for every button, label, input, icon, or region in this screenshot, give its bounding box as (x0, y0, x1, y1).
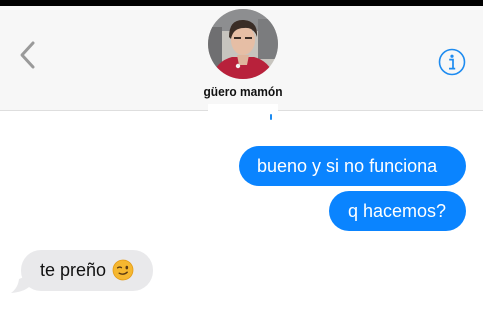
incoming-message-bubble[interactable]: te preño (21, 250, 153, 291)
message-text: q hacemos? (348, 201, 447, 221)
avatar-photo (208, 9, 278, 79)
winking-face-emoji-icon (112, 259, 134, 281)
chevron-left-icon (20, 41, 35, 69)
info-button[interactable] (438, 48, 466, 76)
contact-avatar[interactable] (208, 9, 278, 79)
info-circle-icon (438, 48, 466, 76)
message-text: te preño (40, 260, 107, 280)
outgoing-message-bubble[interactable]: bueno y si no funciona (239, 146, 466, 186)
outgoing-message-bubble[interactable]: q hacemos? (329, 191, 466, 231)
contact-name[interactable]: güero mamón (167, 84, 320, 99)
message-text: bueno y si no funciona (257, 156, 438, 176)
back-button[interactable] (16, 40, 42, 70)
typing-mark (270, 114, 272, 120)
header-divider-gap (208, 104, 278, 118)
